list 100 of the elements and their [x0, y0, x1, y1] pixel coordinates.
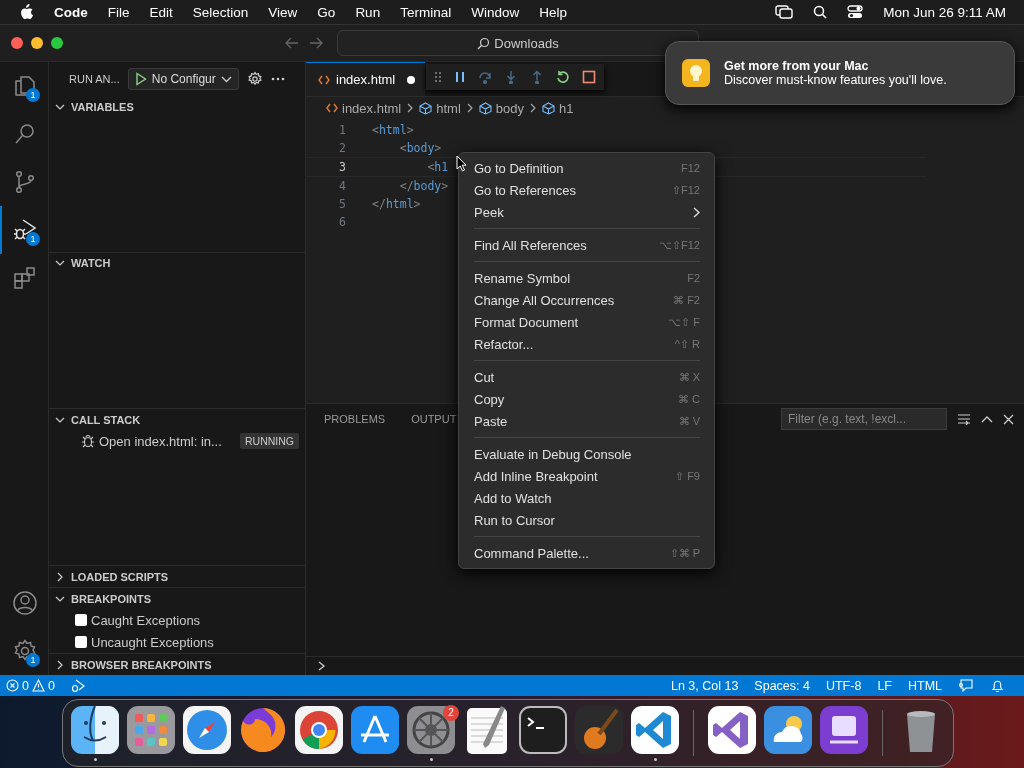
device-screen-icon[interactable] [818, 704, 870, 756]
menu-item[interactable]: File [107, 4, 130, 20]
code-line: <h1 [426, 160, 449, 174]
step-over-icon[interactable] [478, 70, 492, 84]
context-menu-item[interactable]: Refactor... ^⇧ R [466, 333, 708, 355]
notification-message: Discover must-know features you'll love. [724, 73, 947, 87]
session-label[interactable]: Open index.html: in... [99, 433, 236, 449]
context-menu-item[interactable]: Copy ⌘ C [466, 388, 708, 410]
context-menu-item[interactable]: Go to References ⇧F12 [466, 179, 708, 201]
search-icon[interactable] [813, 5, 828, 19]
context-menu-item[interactable]: Find All References ⌥⇧F12 [466, 234, 708, 256]
context-menu-item[interactable]: Rename Symbol F2 [466, 267, 708, 289]
launch-configuration-dropdown[interactable]: No Configur [127, 68, 239, 90]
play-icon[interactable] [134, 72, 147, 86]
keyboard-shortcut: ⌥⇧F12 [659, 238, 700, 252]
context-menu-item[interactable]: Go to Definition F12 [466, 157, 708, 179]
context-menu-item[interactable]: Run to Cursor [466, 509, 708, 531]
keyboard-shortcut: ⌥⇧ F [668, 315, 700, 329]
breakpoint-checkbox[interactable]: Uncaught Exceptions [49, 631, 305, 653]
filter-input[interactable]: Filter (e.g. text, !excl... [781, 408, 947, 430]
apple-logo-icon[interactable] [20, 4, 34, 20]
problems-count[interactable]: 0 0 [6, 678, 55, 693]
feedback-icon[interactable] [958, 678, 973, 693]
status-item[interactable]: Spaces: 4 [754, 678, 810, 693]
back-arrow-icon[interactable] [285, 37, 299, 49]
context-menu-item[interactable]: Cut ⌘ X [466, 366, 708, 388]
close-button[interactable] [11, 37, 23, 49]
section-header[interactable]: BROWSER BREAKPOINTS [49, 654, 305, 675]
app-menu[interactable]: Code [54, 4, 88, 20]
section-header[interactable]: VARIABLES [49, 96, 305, 117]
checkbox-square[interactable] [75, 636, 87, 648]
activity-bar-button[interactable]: 1 [0, 627, 48, 675]
gear-icon[interactable] [246, 71, 263, 87]
context-menu-item[interactable]: Add to Watch [466, 487, 708, 509]
breadcrumb-item[interactable]: body [478, 100, 524, 116]
status-item[interactable]: Ln 3, Col 13 [670, 678, 739, 693]
more-actions-icon[interactable] [270, 77, 285, 81]
app-grid-icon[interactable] [125, 704, 177, 756]
app-letter-icon[interactable] [349, 704, 401, 756]
round-globe-icon[interactable] [293, 704, 345, 756]
cloud-sun-icon[interactable] [762, 704, 814, 756]
menu-item[interactable]: Edit [149, 4, 173, 20]
stop-icon[interactable] [582, 70, 596, 84]
breadcrumb-item[interactable]: index.html [326, 100, 402, 116]
code-editor-app-icon[interactable] [629, 704, 681, 756]
gear-app-icon[interactable] [405, 704, 457, 756]
screen-mirroring-icon[interactable] [775, 5, 794, 19]
status-item[interactable]: UTF-8 [825, 678, 862, 693]
control-center-icon[interactable] [847, 5, 864, 19]
zoom-button[interactable] [51, 37, 63, 49]
breadcrumb-item[interactable]: html [419, 100, 461, 116]
step-into-icon[interactable] [504, 70, 518, 84]
panel-tab[interactable]: OUTPUT [403, 408, 465, 430]
editor-tab[interactable]: index.html [306, 62, 426, 96]
menu-item[interactable]: Selection [192, 4, 249, 20]
menu-item[interactable]: Help [539, 4, 567, 20]
context-menu-item[interactable]: Change All Occurrences ⌘ F2 [466, 289, 708, 311]
guitar-icon[interactable] [573, 704, 625, 756]
breadcrumb-item[interactable]: h1 [542, 100, 574, 116]
forward-arrow-icon[interactable] [309, 37, 323, 49]
code-brackets-icon [318, 74, 330, 85]
ribbon-logo-icon[interactable] [706, 704, 758, 756]
section-header[interactable]: LOADED SCRIPTS [49, 566, 305, 587]
panel-tab[interactable]: PROBLEMS [316, 408, 394, 430]
smiling-face-icon[interactable] [69, 704, 121, 756]
breakpoint-checkbox[interactable]: Caught Exceptions [49, 609, 305, 631]
menu-item[interactable]: View [268, 4, 298, 20]
context-menu-item[interactable]: Evaluate in Debug Console [466, 443, 708, 465]
context-menu-item[interactable]: Add Inline Breakpoint ⇧ F9 [466, 465, 708, 487]
close-icon[interactable] [1003, 413, 1014, 425]
status-item[interactable]: HTML [907, 678, 942, 693]
checkbox-square[interactable] [75, 614, 87, 626]
pause-icon[interactable] [454, 71, 466, 83]
chevron-up-icon[interactable] [981, 415, 993, 423]
section-header[interactable]: WATCH [49, 252, 305, 274]
activity-bar-button[interactable]: 1 [0, 62, 48, 110]
bell-icon[interactable] [991, 678, 1004, 693]
menu-item[interactable]: Window [471, 4, 520, 20]
notification-banner[interactable]: Get more from your Mac Discover must-know features you'll love. [665, 41, 1015, 105]
status-item[interactable]: LF [877, 678, 892, 693]
search-icon [477, 36, 491, 50]
step-out-icon[interactable] [530, 70, 544, 84]
context-menu-item[interactable]: Peek [466, 201, 708, 223]
drag-handle-icon[interactable] [434, 71, 442, 83]
context-menu-item[interactable]: Command Palette... ⇧⌘ P [466, 542, 708, 564]
unsaved-dot-icon[interactable] [407, 75, 416, 84]
debug-run-icon[interactable] [70, 678, 85, 693]
minimize-button[interactable] [31, 37, 43, 49]
terminal-icon[interactable] [517, 704, 569, 756]
command-center-search[interactable]: Downloads [337, 30, 699, 56]
restart-icon[interactable] [556, 70, 570, 84]
menu-item[interactable]: Terminal [400, 4, 452, 20]
context-menu-item[interactable]: Paste ⌘ V [466, 410, 708, 432]
menu-item[interactable]: Run [355, 4, 381, 20]
context-menu-item[interactable]: Format Document ⌥⇧ F [466, 311, 708, 333]
compass-icon[interactable] [181, 704, 233, 756]
section-header[interactable]: CALL STACK [49, 409, 305, 431]
word-wrap-icon[interactable] [957, 413, 971, 425]
section-header[interactable]: BREAKPOINTS [49, 588, 305, 609]
menu-item[interactable]: Go [317, 4, 336, 20]
